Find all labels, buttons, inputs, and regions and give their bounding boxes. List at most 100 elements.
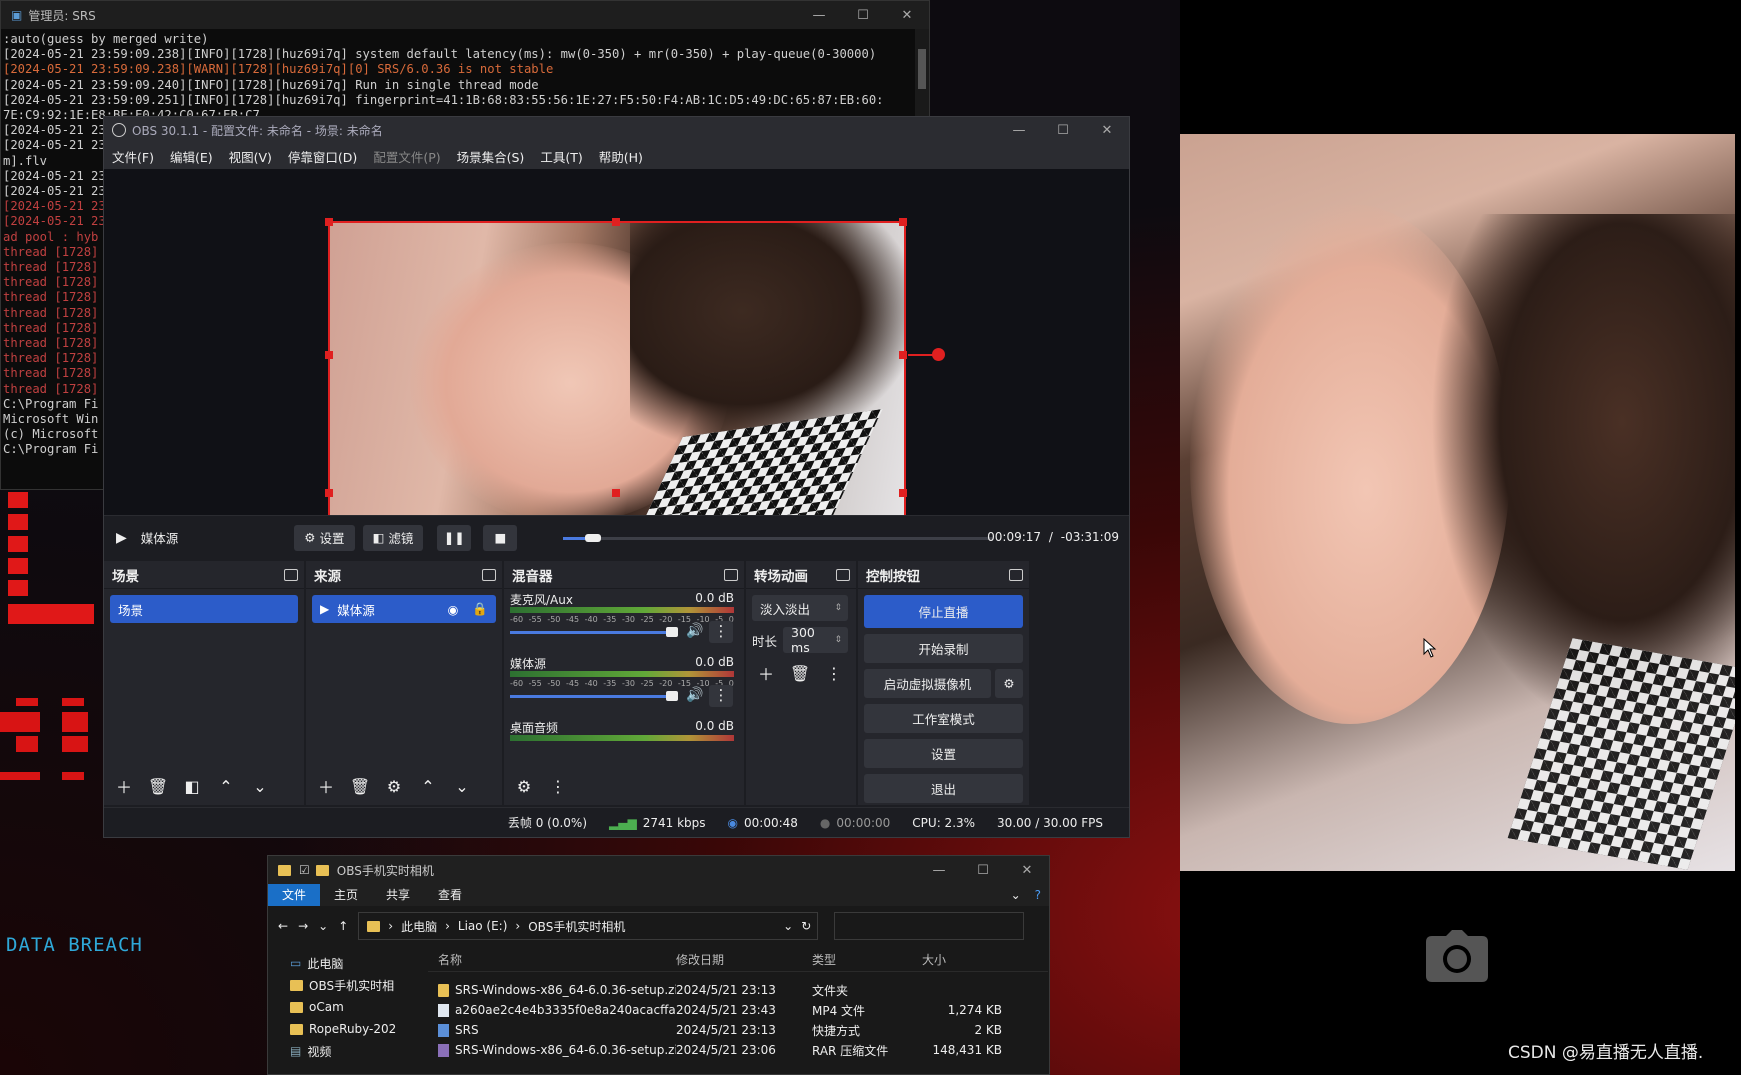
add-source-icon[interactable]: ＋	[312, 774, 340, 798]
menu-tools[interactable]: 工具(T)	[540, 147, 582, 166]
rotation-handle[interactable]	[932, 348, 945, 361]
trash-icon[interactable]: 🗑	[346, 774, 374, 798]
undock-icon[interactable]	[724, 568, 738, 581]
breadcrumb-this-pc[interactable]: 此电脑	[401, 918, 437, 935]
speaker-icon[interactable]: 🔊	[686, 687, 703, 703]
menu-view[interactable]: 视图(V)	[229, 147, 272, 166]
add-scene-icon[interactable]: ＋	[110, 774, 138, 798]
back-arrow-icon[interactable]: ←	[278, 919, 288, 933]
source-item[interactable]: ▶ 媒体源 ◉ 🔒	[312, 595, 496, 623]
eye-icon[interactable]: ◉	[448, 602, 459, 617]
chevron-up-icon[interactable]: ⌃	[212, 774, 240, 798]
chevron-up-icon[interactable]: ⌃	[414, 774, 442, 798]
media-settings-button[interactable]: ⚙ 设置	[294, 524, 355, 551]
column-name[interactable]: 名称	[428, 951, 676, 968]
undock-icon[interactable]	[284, 568, 298, 581]
trash-icon[interactable]: 🗑	[786, 661, 814, 685]
settings-button[interactable]: 设置	[864, 739, 1023, 768]
chevron-down-icon[interactable]: ⌄	[246, 774, 274, 798]
mixer-menu-icon[interactable]: ⋮	[544, 774, 572, 798]
minimize-icon[interactable]: —	[997, 123, 1041, 138]
menu-scene-collection[interactable]: 场景集合(S)	[457, 147, 525, 166]
maximize-icon[interactable]: ☐	[1041, 123, 1085, 138]
nav-item-folder[interactable]: oCam	[290, 996, 420, 1018]
undock-icon[interactable]	[1009, 568, 1023, 581]
play-icon[interactable]: ▶	[116, 530, 127, 546]
address-bar[interactable]: › 此电脑 › Liao (E:) › OBS手机实时相机 ⌄ ↻	[358, 912, 819, 940]
resize-handle[interactable]	[899, 489, 907, 497]
stop-streaming-button[interactable]: 停止直播	[864, 595, 1023, 628]
duration-input[interactable]: 300 ms ⇕	[783, 625, 848, 655]
breadcrumb-folder[interactable]: OBS手机实时相机	[528, 918, 625, 935]
menu-help[interactable]: 帮助(H)	[599, 147, 643, 166]
chevron-down-icon[interactable]: ⌄	[1005, 884, 1027, 906]
resize-handle[interactable]	[899, 351, 907, 359]
maximize-icon[interactable]: ☐	[841, 8, 885, 23]
lock-icon[interactable]: 🔒	[472, 601, 488, 617]
volume-slider[interactable]	[510, 691, 678, 701]
explorer-titlebar[interactable]: ☑ OBS手机实时相机 — ☐ ✕	[268, 856, 1049, 884]
camera-icon[interactable]	[1426, 930, 1488, 982]
obs-window[interactable]: OBS 30.1.1 - 配置文件: 未命名 - 场景: 未命名 — ☐ ✕ 文…	[103, 116, 1130, 838]
column-size[interactable]: 大小	[922, 951, 1002, 968]
close-icon[interactable]: ✕	[1005, 863, 1049, 878]
maximize-icon[interactable]: ☐	[961, 863, 1005, 878]
nav-item-folder[interactable]: RopeRuby-202	[290, 1018, 420, 1040]
menu-file[interactable]: 文件(F)	[112, 147, 154, 166]
add-transition-icon[interactable]: ＋	[752, 661, 780, 685]
transition-menu-icon[interactable]: ⋮	[820, 661, 848, 685]
close-icon[interactable]: ✕	[885, 8, 929, 23]
media-seek-slider[interactable]	[563, 534, 993, 542]
resize-handle[interactable]	[612, 489, 620, 497]
chevron-down-icon[interactable]: ⌄	[448, 774, 476, 798]
channel-menu-button[interactable]: ⋮	[709, 685, 733, 707]
minimize-icon[interactable]: —	[797, 8, 841, 23]
file-explorer-window[interactable]: ☑ OBS手机实时相机 — ☐ ✕ 文件 主页 共享 查看 ⌄ ? ← → ⌄ …	[267, 855, 1050, 1075]
up-arrow-icon[interactable]: ↑	[338, 919, 348, 933]
scene-filter-icon[interactable]: ◧	[178, 774, 206, 798]
ribbon-tab-share[interactable]: 共享	[372, 884, 424, 906]
stop-button[interactable]: ■	[483, 524, 518, 551]
column-date[interactable]: 修改日期	[676, 951, 812, 968]
file-row[interactable]: a260ae2c4e4b3335f0e8a240acacffad.... 202…	[428, 1000, 1048, 1020]
gear-icon[interactable]: ⚙	[995, 669, 1023, 698]
column-type[interactable]: 类型	[812, 951, 922, 968]
file-row[interactable]: SRS-Windows-x86_64-6.0.36-setup.zi... 20…	[428, 980, 1048, 1000]
undock-icon[interactable]	[836, 568, 850, 581]
terminal-titlebar[interactable]: ▣ 管理员: SRS — ☐ ✕	[1, 1, 929, 29]
menu-docks[interactable]: 停靠窗口(D)	[288, 147, 357, 166]
start-recording-button[interactable]: 开始录制	[864, 634, 1023, 663]
help-icon[interactable]: ?	[1027, 884, 1049, 906]
media-filters-button[interactable]: ◧ 滤镜	[362, 524, 424, 551]
file-row[interactable]: SRS 2024/5/21 23:13 快捷方式 2 KB	[428, 1020, 1048, 1040]
minimize-icon[interactable]: —	[917, 863, 961, 878]
channel-menu-button[interactable]: ⋮	[709, 621, 733, 643]
scene-item[interactable]: 场景	[110, 595, 298, 623]
undock-icon[interactable]	[482, 568, 496, 581]
menu-profile[interactable]: 配置文件(P)	[373, 147, 440, 166]
resize-handle[interactable]	[325, 351, 333, 359]
resize-handle[interactable]	[899, 218, 907, 226]
advanced-audio-icon[interactable]: ⚙	[510, 774, 538, 798]
ribbon-tab-file[interactable]: 文件	[268, 884, 321, 906]
volume-slider[interactable]	[510, 627, 678, 637]
transition-type-select[interactable]: 淡入淡出 ⇕	[752, 595, 848, 621]
ribbon-tab-home[interactable]: 主页	[320, 884, 372, 906]
gear-icon[interactable]: ⚙	[380, 774, 408, 798]
file-row[interactable]: SRS-Windows-x86_64-6.0.36-setup.zi... 20…	[428, 1040, 1048, 1060]
obs-preview-canvas[interactable]	[104, 169, 1129, 545]
resize-handle[interactable]	[612, 218, 620, 226]
resize-handle[interactable]	[325, 218, 333, 226]
ribbon-tab-view[interactable]: 查看	[424, 884, 476, 906]
trash-icon[interactable]: 🗑	[144, 774, 172, 798]
speaker-icon[interactable]: 🔊	[686, 623, 703, 639]
nav-item-this-pc[interactable]: ▭ 此电脑	[290, 952, 420, 974]
chevron-down-icon[interactable]: ⌄	[783, 919, 793, 933]
start-virtual-camera-button[interactable]: 启动虚拟摄像机	[864, 669, 991, 698]
resize-handle[interactable]	[325, 489, 333, 497]
refresh-icon[interactable]: ↻	[801, 919, 811, 933]
breadcrumb-drive[interactable]: Liao (E:)	[458, 919, 508, 933]
search-input[interactable]	[834, 912, 1025, 940]
obs-titlebar[interactable]: OBS 30.1.1 - 配置文件: 未命名 - 场景: 未命名 — ☐ ✕	[104, 117, 1129, 143]
menu-edit[interactable]: 编辑(E)	[170, 147, 213, 166]
